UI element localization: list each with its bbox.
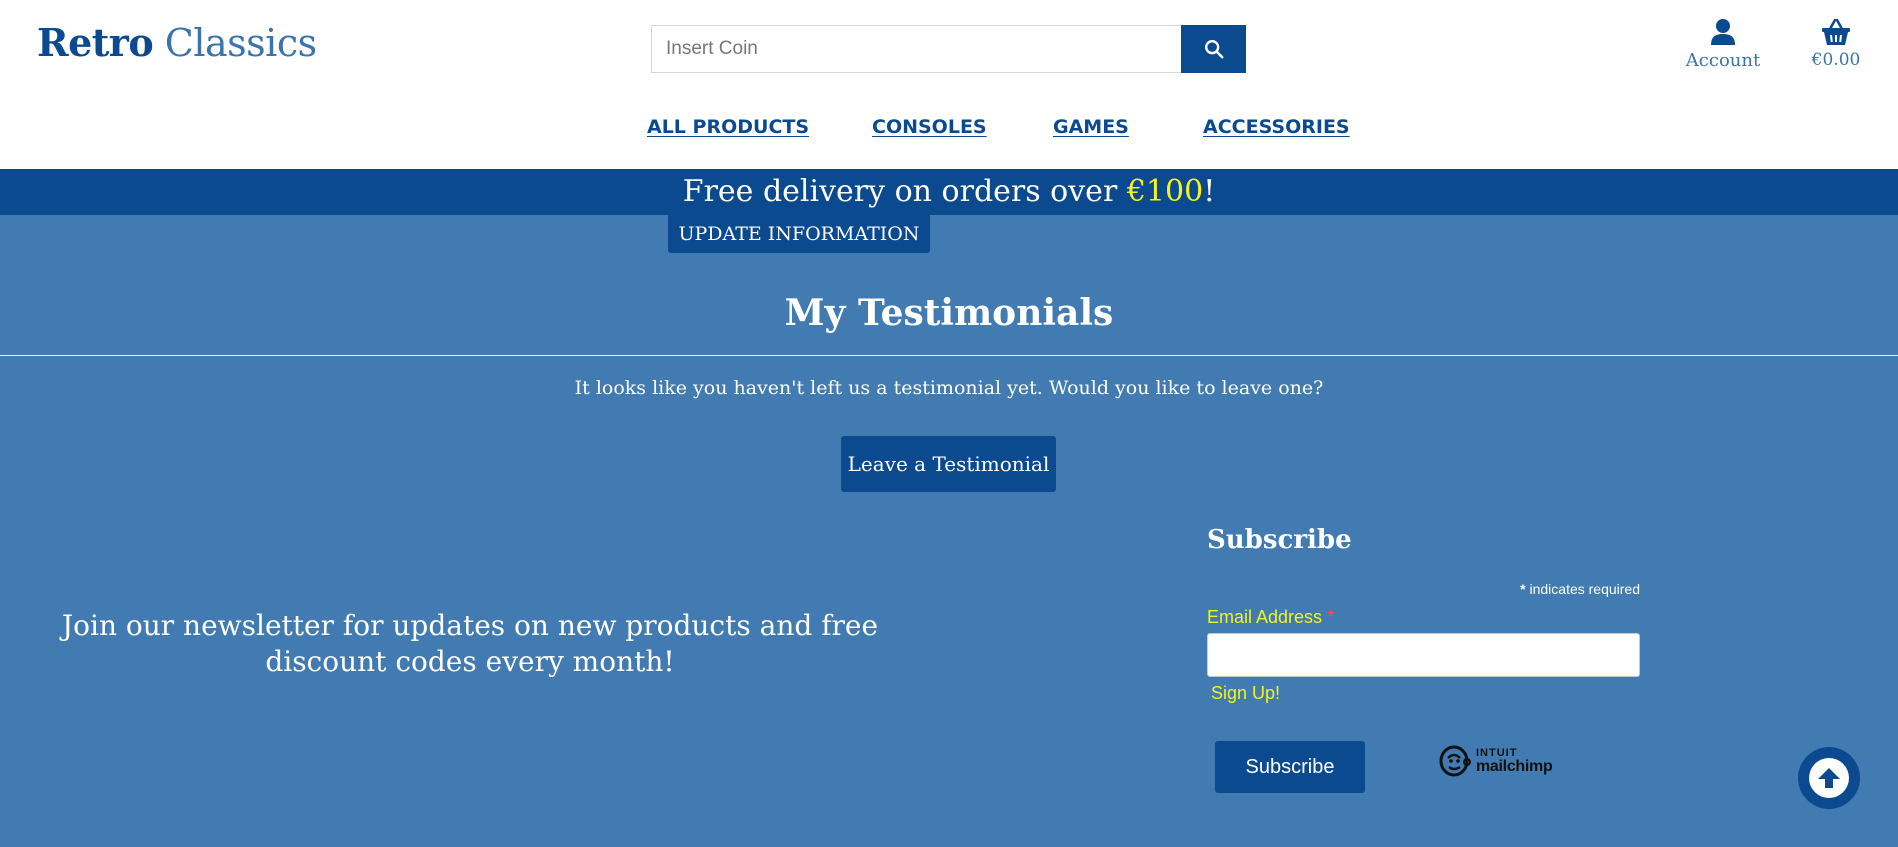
site-logo[interactable]: Retro Classics [37, 20, 317, 65]
main-nav: ALL PRODUCTS CONSOLES GAMES ACCESSORIES [0, 116, 1898, 144]
email-label-text: Email Address [1207, 607, 1328, 627]
leave-testimonial-button[interactable]: Leave a Testimonial [841, 436, 1056, 492]
subscribe-button[interactable]: Subscribe [1215, 741, 1365, 793]
mailchimp-top-text: INTUIT [1476, 746, 1518, 759]
testimonial-notice: It looks like you haven't left us a test… [574, 377, 1324, 399]
newsletter-text: Join our newsletter for updates on new p… [61, 609, 879, 678]
free-delivery-banner: Free delivery on orders over €100! [0, 169, 1898, 215]
logo-bold-text: Retro [37, 20, 154, 65]
cart-link[interactable]: €0.00 [1810, 14, 1862, 70]
subscribe-title: Subscribe [1207, 525, 1352, 555]
section-divider [0, 355, 1898, 356]
signup-text: Sign Up! [1211, 683, 1281, 703]
search-button[interactable] [1181, 25, 1246, 73]
account-label: Account [1685, 50, 1761, 71]
nav-games[interactable]: GAMES [1053, 116, 1129, 138]
banner-amount: €100 [1126, 174, 1204, 209]
site-header: Retro Classics Account [0, 0, 1898, 169]
email-field[interactable] [1207, 633, 1640, 677]
search-input[interactable] [651, 25, 1181, 73]
user-icon [1711, 19, 1735, 45]
mailchimp-badge[interactable]: INTUIT mailchimp [1438, 744, 1553, 778]
required-note-text: indicates required [1525, 581, 1640, 597]
banner-suffix: ! [1203, 174, 1216, 209]
email-label: Email Address * [1207, 607, 1334, 628]
email-required-star: * [1327, 607, 1335, 627]
search-bar [651, 25, 1246, 73]
nav-consoles[interactable]: CONSOLES [872, 116, 987, 138]
mailchimp-bottom-text: mailchimp [1476, 757, 1553, 775]
basket-icon [1822, 18, 1850, 45]
arrow-up-icon [1818, 768, 1840, 788]
nav-all-products[interactable]: ALL PRODUCTS [647, 116, 809, 138]
required-note: * indicates required [1480, 581, 1640, 597]
testimonials-title: My Testimonials [784, 292, 1114, 334]
account-link[interactable]: Account [1685, 14, 1761, 71]
search-icon [1204, 40, 1224, 59]
cart-total: €0.00 [1811, 50, 1861, 70]
mailchimp-logo-icon [1439, 745, 1471, 777]
nav-accessories[interactable]: ACCESSORIES [1203, 116, 1350, 138]
scroll-to-top-button[interactable] [1798, 747, 1860, 809]
banner-prefix: Free delivery on orders over [682, 174, 1127, 209]
logo-light-text: Classics [164, 21, 317, 65]
